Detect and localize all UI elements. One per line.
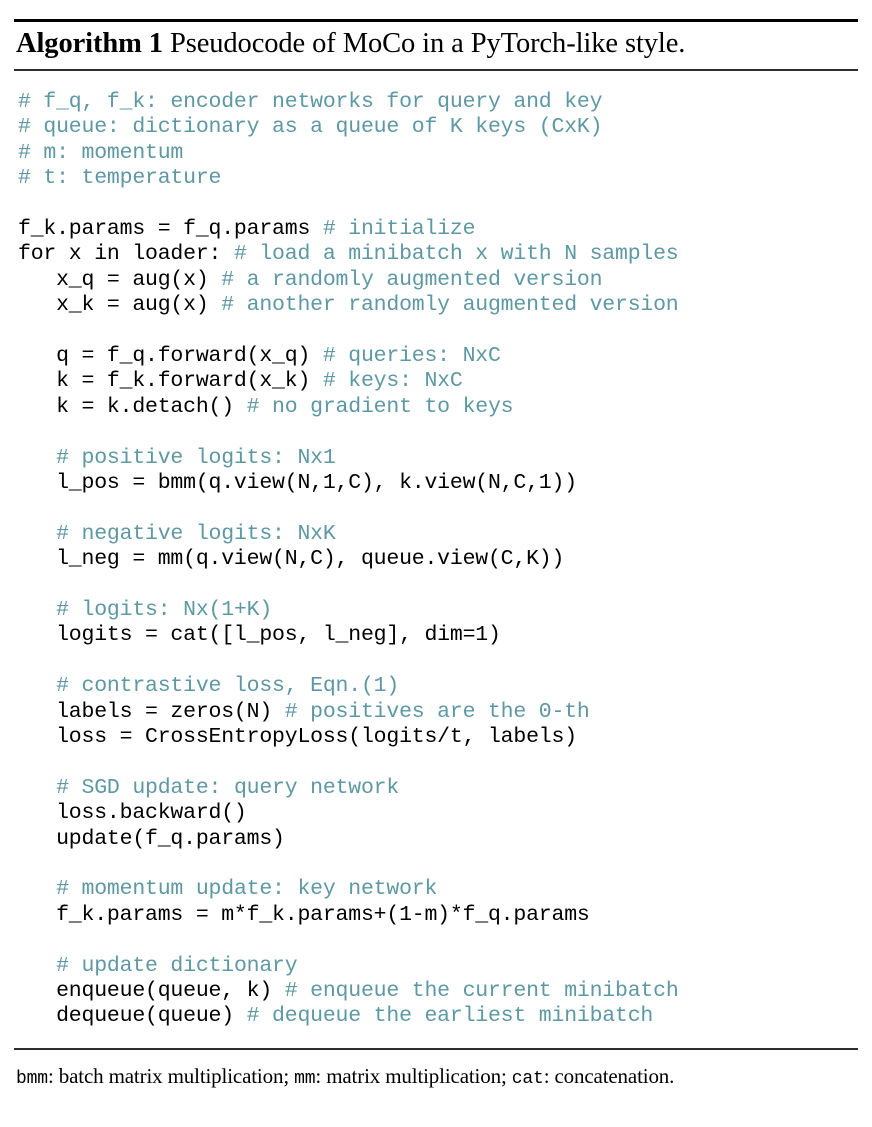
code-text: f_k.params = m*f_k.params+(1-m)*f_q.para…: [18, 902, 590, 927]
code-line: enqueue(queue, k) # enqueue the current …: [18, 979, 858, 1004]
code-text: l_neg = mm(q.view(N,C), queue.view(C,K)): [18, 547, 565, 572]
code-line: x_q = aug(x) # a randomly augmented vers…: [18, 268, 858, 293]
code-line: labels = zeros(N) # positives are the 0-…: [18, 700, 858, 725]
code-text: for x in loader:: [18, 242, 234, 267]
algorithm-caption: Pseudocode of MoCo in a PyTorch-like sty…: [169, 28, 686, 59]
code-text: enqueue(queue, k): [18, 979, 285, 1004]
code-line: f_k.params = f_q.params # initialize: [18, 217, 858, 242]
code-comment: # t: temperature: [18, 166, 222, 191]
code-comment: # queue: dictionary as a queue of K keys…: [18, 115, 603, 140]
code-text: logits = cat([l_pos, l_neg], dim=1): [18, 623, 501, 648]
code-line: # momentum update: key network: [18, 877, 858, 902]
code-line: # f_q, f_k: encoder networks for query a…: [18, 90, 858, 115]
algorithm-label: Algorithm 1: [16, 28, 163, 59]
code-line: # update dictionary: [18, 954, 858, 979]
code-comment: # contrastive loss, Eqn.(1): [56, 674, 400, 699]
code-line: # contrastive loss, Eqn.(1): [18, 674, 858, 699]
code-text: loss = CrossEntropyLoss(logits/t, labels…: [18, 725, 577, 750]
code-text: update(f_q.params): [18, 826, 285, 851]
code-comment: # a randomly augmented version: [221, 267, 603, 292]
code-line: for x in loader: # load a minibatch x wi…: [18, 242, 858, 267]
pseudocode-block: # f_q, f_k: encoder networks for query a…: [14, 71, 858, 1030]
code-comment: # momentum update: key network: [56, 877, 438, 902]
code-comment: # positive logits: Nx1: [56, 445, 336, 470]
code-line: # SGD update: query network: [18, 776, 858, 801]
code-line: loss.backward(): [18, 801, 858, 826]
code-line: loss = CrossEntropyLoss(logits/t, labels…: [18, 725, 858, 750]
code-comment: # logits: Nx(1+K): [56, 598, 273, 623]
code-comment: # update dictionary: [56, 953, 298, 978]
code-comment: # queries: NxC: [322, 344, 501, 369]
code-line: k = f_k.forward(x_k) # keys: NxC: [18, 369, 858, 394]
algorithm-title: Algorithm 1 Pseudocode of MoCo in a PyTo…: [14, 22, 858, 65]
code-comment: # load a minibatch x with N samples: [233, 242, 679, 267]
code-comment: # f_q, f_k: encoder networks for query a…: [18, 90, 603, 114]
footnote-term-mm: mm: [294, 1068, 316, 1089]
code-text: f_k.params = f_q.params: [18, 217, 323, 242]
code-line: l_pos = bmm(q.view(N,1,C), k.view(N,C,1)…: [18, 471, 858, 496]
code-line: # negative logits: NxK: [18, 522, 858, 547]
code-comment: # keys: NxC: [322, 369, 463, 394]
code-text: k = k.detach(): [18, 394, 247, 419]
footnote-desc-cat: : concatenation.: [543, 1063, 675, 1088]
footnote-desc-mm: : matrix multiplication;: [315, 1063, 512, 1088]
algorithm-footnote: bmm: batch matrix multiplication; mm: ma…: [14, 1050, 858, 1093]
code-text: dequeue(queue): [18, 1004, 247, 1029]
code-text: x_k = aug(x): [18, 293, 222, 318]
code-text: labels = zeros(N): [18, 699, 285, 724]
code-comment: # positives are the 0-th: [284, 699, 590, 724]
code-line: q = f_q.forward(x_q) # queries: NxC: [18, 344, 858, 369]
code-line: # logits: Nx(1+K): [18, 598, 858, 623]
code-line: f_k.params = m*f_k.params+(1-m)*f_q.para…: [18, 903, 858, 928]
code-text: q = f_q.forward(x_q): [18, 344, 323, 369]
code-line: # positive logits: Nx1: [18, 446, 858, 471]
code-line: update(f_q.params): [18, 827, 858, 852]
code-text: k = f_k.forward(x_k): [18, 369, 323, 394]
code-line: l_neg = mm(q.view(N,C), queue.view(C,K)): [18, 547, 858, 572]
code-comment: # another randomly augmented version: [221, 293, 679, 318]
code-comment: # m: momentum: [18, 140, 184, 165]
algorithm-box: Algorithm 1 Pseudocode of MoCo in a PyTo…: [0, 19, 872, 1127]
code-comment: # negative logits: NxK: [56, 521, 336, 546]
footnote-desc-bmm: : batch matrix multiplication;: [47, 1063, 295, 1088]
code-comment: # initialize: [322, 217, 476, 242]
code-comment: # no gradient to keys: [246, 394, 514, 419]
code-line: # m: momentum: [18, 141, 858, 166]
code-line: # queue: dictionary as a queue of K keys…: [18, 115, 858, 140]
code-text: loss.backward(): [18, 801, 247, 826]
code-text: l_pos = bmm(q.view(N,1,C), k.view(N,C,1)…: [18, 471, 577, 496]
footnote-term-cat: cat: [511, 1068, 544, 1089]
code-comment: # dequeue the earliest minibatch: [246, 1004, 654, 1029]
code-line: # t: temperature: [18, 166, 858, 191]
code-line: x_k = aug(x) # another randomly augmente…: [18, 293, 858, 318]
code-comment: # enqueue the current minibatch: [284, 979, 679, 1004]
code-line: logits = cat([l_pos, l_neg], dim=1): [18, 623, 858, 648]
code-line: dequeue(queue) # dequeue the earliest mi…: [18, 1004, 858, 1029]
code-comment: # SGD update: query network: [56, 775, 400, 800]
footnote-term-bmm: bmm: [16, 1068, 48, 1089]
code-line: k = k.detach() # no gradient to keys: [18, 395, 858, 420]
code-text: x_q = aug(x): [18, 267, 222, 292]
